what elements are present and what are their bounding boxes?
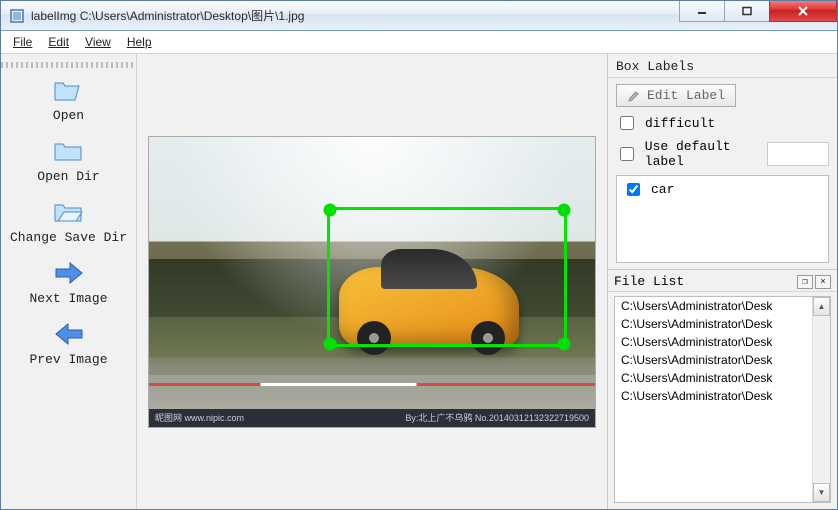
bbox-handle-tr[interactable]: [558, 203, 571, 216]
left-toolbar: Open Open Dir Change Save Dir Next Image: [1, 54, 137, 509]
edit-label-text: Edit Label: [647, 88, 725, 103]
file-list-row[interactable]: C:\Users\Administrator\Desk: [615, 297, 812, 315]
menu-edit[interactable]: Edit: [40, 33, 77, 51]
file-list-row[interactable]: C:\Users\Administrator\Desk: [615, 369, 812, 387]
bounding-box[interactable]: [327, 207, 567, 347]
arrow-left-icon: [53, 320, 85, 348]
right-panel: Box Labels Edit Label difficult Use defa…: [607, 54, 837, 509]
loaded-image: 昵图网 www.nipic.com By:北上广不乌鸦 No.201403121…: [149, 137, 595, 427]
image-detail: [149, 383, 595, 386]
toolbar-grip[interactable]: [1, 62, 136, 68]
menu-bar: File Edit View Help: [1, 31, 837, 54]
panel-close-icon[interactable]: ×: [815, 275, 831, 289]
difficult-label: difficult: [645, 116, 715, 131]
difficult-checkbox-row[interactable]: difficult: [616, 113, 829, 133]
image-watermark: 昵图网 www.nipic.com By:北上广不乌鸦 No.201403121…: [149, 409, 595, 427]
file-list-row[interactable]: C:\Users\Administrator\Desk: [615, 333, 812, 351]
prev-image-button[interactable]: Prev Image: [9, 320, 129, 367]
menu-file[interactable]: File: [5, 33, 40, 51]
prev-image-label: Prev Image: [29, 352, 107, 367]
box-labels-body: Edit Label difficult Use default label c…: [608, 78, 837, 269]
app-icon: [9, 8, 25, 24]
file-list-rows: C:\Users\Administrator\DeskC:\Users\Admi…: [615, 297, 812, 502]
pencil-icon: [627, 89, 641, 103]
box-labels-title: Box Labels: [608, 54, 837, 78]
folder-open-icon: [53, 76, 85, 104]
watermark-right: By:北上广不乌鸦 No.20140312132322719500: [405, 411, 589, 424]
default-label-text: Use default label: [645, 139, 759, 169]
edit-label-button[interactable]: Edit Label: [616, 84, 736, 107]
default-label-row: Use default label: [616, 139, 829, 169]
file-list-header: File List ❐ ×: [608, 269, 837, 292]
panel-detach-icon[interactable]: ❐: [797, 275, 813, 289]
file-list-row[interactable]: C:\Users\Administrator\Desk: [615, 387, 812, 405]
next-image-button[interactable]: Next Image: [9, 259, 129, 306]
scroll-down-icon[interactable]: ▼: [813, 483, 830, 502]
open-button[interactable]: Open: [9, 76, 129, 123]
label-entry[interactable]: car: [623, 180, 822, 199]
difficult-checkbox[interactable]: [620, 116, 634, 130]
change-save-dir-button[interactable]: Change Save Dir: [9, 198, 129, 245]
change-save-dir-label: Change Save Dir: [10, 230, 127, 245]
application-window: labelImg C:\Users\Administrator\Desktop\…: [0, 0, 838, 510]
folder-save-icon: [53, 198, 85, 226]
watermark-left: 昵图网 www.nipic.com: [155, 411, 244, 424]
bbox-handle-br[interactable]: [558, 337, 571, 350]
label-list[interactable]: car: [616, 175, 829, 263]
minimize-button[interactable]: [679, 1, 725, 22]
folder-icon: [53, 137, 85, 165]
bbox-handle-bl[interactable]: [324, 337, 337, 350]
close-button[interactable]: [769, 1, 837, 22]
default-label-checkbox[interactable]: [620, 146, 634, 162]
window-title: labelImg C:\Users\Administrator\Desktop\…: [31, 7, 304, 24]
title-bar: labelImg C:\Users\Administrator\Desktop\…: [1, 1, 837, 31]
open-dir-button[interactable]: Open Dir: [9, 137, 129, 184]
menu-help[interactable]: Help: [119, 33, 160, 51]
file-list-title: File List: [614, 274, 684, 289]
image-viewer[interactable]: 昵图网 www.nipic.com By:北上广不乌鸦 No.201403121…: [137, 54, 607, 509]
default-label-input[interactable]: [767, 142, 829, 166]
file-list-scrollbar[interactable]: ▲ ▼: [812, 297, 830, 502]
open-dir-label: Open Dir: [37, 169, 99, 184]
open-label: Open: [53, 108, 84, 123]
main-area: Open Open Dir Change Save Dir Next Image: [1, 54, 837, 509]
window-controls: [680, 1, 837, 30]
next-image-label: Next Image: [29, 291, 107, 306]
label-entry-checkbox[interactable]: [627, 183, 640, 196]
arrow-right-icon: [53, 259, 85, 287]
maximize-button[interactable]: [724, 1, 770, 22]
file-list-row[interactable]: C:\Users\Administrator\Desk: [615, 315, 812, 333]
file-list-row[interactable]: C:\Users\Administrator\Desk: [615, 351, 812, 369]
label-entry-text: car: [651, 182, 674, 197]
scroll-up-icon[interactable]: ▲: [813, 297, 830, 316]
bbox-handle-tl[interactable]: [324, 203, 337, 216]
file-list[interactable]: C:\Users\Administrator\DeskC:\Users\Admi…: [614, 296, 831, 503]
menu-view[interactable]: View: [77, 33, 119, 51]
